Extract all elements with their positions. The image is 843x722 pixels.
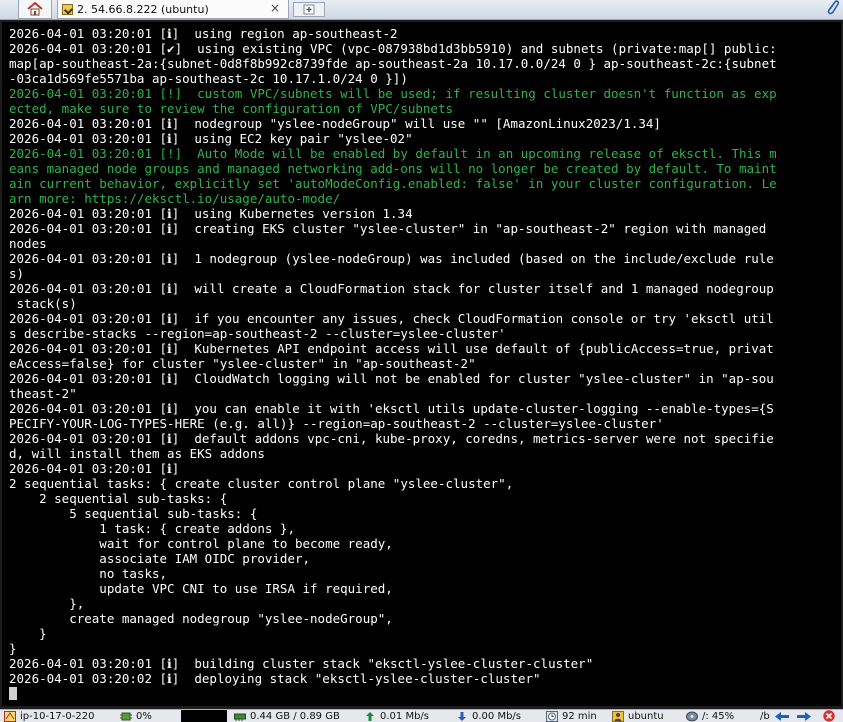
status-bar: ip-10-17-0-220 0% 0.44 GB / 0.89 GB 0.01… bbox=[0, 709, 843, 722]
terminal-line: 1 task: { create addons }, bbox=[9, 521, 295, 536]
terminal-line: 2026-04-01 03:20:01 [✔] using existing V… bbox=[9, 41, 777, 56]
terminal-cursor bbox=[9, 687, 17, 700]
terminal-output[interactable]: 2026-04-01 03:20:01 [ℹ] using region ap-… bbox=[2, 22, 841, 706]
user-indicator[interactable]: ubuntu bbox=[612, 710, 664, 722]
user-label: ubuntu bbox=[628, 710, 664, 722]
plus-icon bbox=[303, 4, 315, 15]
terminal-line: update VPC CNI to use IRSA if required, bbox=[9, 581, 393, 596]
terminal-line: 2026-04-01 03:20:01 [ℹ] if you encounter… bbox=[9, 311, 774, 326]
terminal-line: nodes bbox=[9, 236, 47, 251]
download-indicator[interactable]: 0.00 Mb/s bbox=[456, 710, 521, 722]
hostname-indicator[interactable]: ip-10-17-0-220 bbox=[4, 710, 94, 722]
disk-icon bbox=[686, 711, 698, 721]
uptime-indicator[interactable]: 92 min bbox=[546, 710, 597, 722]
terminal-line: 2026-04-01 03:20:01 [ℹ] nodegroup "yslee… bbox=[9, 116, 661, 131]
path-label: /b bbox=[760, 710, 770, 722]
terminal-prompt-line[interactable] bbox=[9, 686, 841, 701]
new-tab-button[interactable] bbox=[293, 2, 325, 17]
terminal-line: } bbox=[9, 626, 47, 641]
terminal-line: no tasks, bbox=[9, 566, 168, 581]
terminal-line: 2026-04-01 03:20:01 [ℹ] will create a Cl… bbox=[9, 281, 774, 296]
tab-bar: 2. 54.66.8.222 (ubuntu) × bbox=[0, 0, 843, 20]
clock-icon bbox=[546, 710, 558, 722]
terminal-text: 2026-04-01 03:20:01 [ℹ] using region ap-… bbox=[2, 22, 841, 701]
terminal-line: s) bbox=[9, 266, 25, 281]
disk-indicator[interactable]: /: 45% bbox=[686, 710, 734, 722]
terminal-line: } bbox=[9, 641, 17, 656]
terminal-line: stack(s) bbox=[9, 296, 77, 311]
terminal-line: 2026-04-01 03:20:01 [!] Auto Mode will b… bbox=[9, 146, 777, 161]
terminal-line: 2 sequential tasks: { create cluster con… bbox=[9, 476, 514, 491]
terminal-line: map[ap-southeast-2a:{subnet-0d8f8b992c87… bbox=[9, 56, 777, 71]
cpu-graph bbox=[181, 710, 227, 722]
memory-label: 0.44 GB / 0.89 GB bbox=[250, 710, 340, 722]
uptime-label: 92 min bbox=[562, 710, 597, 722]
terminal-line: arn more: https://eksctl.io/usage/auto-m… bbox=[9, 191, 341, 206]
home-icon bbox=[27, 2, 43, 16]
terminal-line: 5 sequential sub-tasks: { bbox=[9, 506, 258, 521]
arrow-right-icon bbox=[797, 711, 811, 721]
terminal-line: 2026-04-01 03:20:01 [ℹ] Kubernetes API e… bbox=[9, 341, 774, 356]
terminal-line: s describe-stacks --region=ap-southeast-… bbox=[9, 326, 506, 341]
terminal-line: ain current behavior, explicitly set 'au… bbox=[9, 176, 777, 191]
terminal-line: 2026-04-01 03:20:01 [ℹ] using Kubernetes… bbox=[9, 206, 413, 221]
terminal-line: eans managed node groups and managed net… bbox=[9, 161, 777, 176]
cpu-label: 0% bbox=[136, 710, 152, 722]
terminal-line: 2026-04-01 03:20:01 [ℹ] 1 nodegroup (ysl… bbox=[9, 251, 774, 266]
terminal-line: 2026-04-01 03:20:01 [ℹ] CloudWatch loggi… bbox=[9, 371, 774, 386]
terminal-line: 2026-04-01 03:20:01 [!] custom VPC/subne… bbox=[9, 86, 777, 101]
cpu-icon bbox=[120, 712, 132, 720]
terminal-icon bbox=[62, 3, 73, 15]
memory-indicator[interactable]: 0.44 GB / 0.89 GB bbox=[234, 710, 340, 722]
scroll-left-button[interactable] bbox=[774, 710, 790, 722]
terminal-line: associate IAM OIDC provider, bbox=[9, 551, 311, 566]
session-tab[interactable]: 2. 54.66.8.222 (ubuntu) × bbox=[57, 0, 289, 19]
close-circle-icon bbox=[823, 710, 835, 722]
path-indicator[interactable]: /b bbox=[760, 710, 770, 722]
arrow-left-icon bbox=[775, 711, 789, 721]
terminal-line: 2026-04-01 03:20:01 [ℹ] bbox=[9, 461, 180, 476]
terminal-line: 2026-04-01 03:20:01 [ℹ] using EC2 key pa… bbox=[9, 131, 413, 146]
terminal-line: 2026-04-01 03:20:02 [ℹ] deploying stack … bbox=[9, 671, 541, 686]
terminal-line: 2026-04-01 03:20:01 [ℹ] using region ap-… bbox=[9, 26, 398, 41]
terminal-line: 2026-04-01 03:20:01 [ℹ] creating EKS clu… bbox=[9, 221, 767, 236]
terminal-line: create managed nodegroup "yslee-nodeGrou… bbox=[9, 611, 393, 626]
upload-indicator[interactable]: 0.01 Mb/s bbox=[364, 710, 429, 722]
cpu-indicator[interactable]: 0% bbox=[120, 710, 152, 722]
terminal-line: eAccess=false} for cluster "yslee-cluste… bbox=[9, 356, 476, 371]
session-tab-title: 2. 54.66.8.222 (ubuntu) bbox=[77, 2, 209, 16]
terminal-line: 2 sequential sub-tasks: { bbox=[9, 491, 228, 506]
terminal-line: PECIFY-YOUR-LOG-TYPES-HERE (e.g. all)} -… bbox=[9, 416, 664, 431]
terminal-line: 2026-04-01 03:20:01 [ℹ] you can enable i… bbox=[9, 401, 774, 416]
download-label: 0.00 Mb/s bbox=[472, 710, 521, 722]
scroll-right-button[interactable] bbox=[796, 710, 812, 722]
terminal-line: }, bbox=[9, 596, 85, 611]
host-icon bbox=[4, 710, 16, 722]
upload-label: 0.01 Mb/s bbox=[380, 710, 429, 722]
terminal-line: 2026-04-01 03:20:01 [ℹ] default addons v… bbox=[9, 431, 774, 446]
user-icon bbox=[612, 710, 624, 722]
terminal-line: wait for control plane to become ready, bbox=[9, 536, 393, 551]
terminal-line: -03ca1d569fe5571ba ap-southeast-2c 10.17… bbox=[9, 71, 408, 86]
terminal-line: theast-2" bbox=[9, 386, 77, 401]
download-arrow-icon bbox=[458, 711, 466, 721]
terminal-line: ected, make sure to review the configura… bbox=[9, 101, 454, 116]
terminal-line: 2026-04-01 03:20:01 [ℹ] building cluster… bbox=[9, 656, 594, 671]
memory-icon bbox=[234, 713, 246, 721]
hostname-label: ip-10-17-0-220 bbox=[20, 710, 95, 722]
paperclip-icon[interactable] bbox=[825, 0, 841, 18]
terminal-line: d, will install them as EKS addons bbox=[9, 446, 265, 461]
home-tab-button[interactable] bbox=[18, 0, 52, 19]
close-tab-icon[interactable]: × bbox=[270, 1, 280, 15]
close-session-button[interactable] bbox=[822, 710, 836, 722]
disk-label: /: 45% bbox=[702, 710, 735, 722]
upload-arrow-icon bbox=[366, 711, 374, 721]
